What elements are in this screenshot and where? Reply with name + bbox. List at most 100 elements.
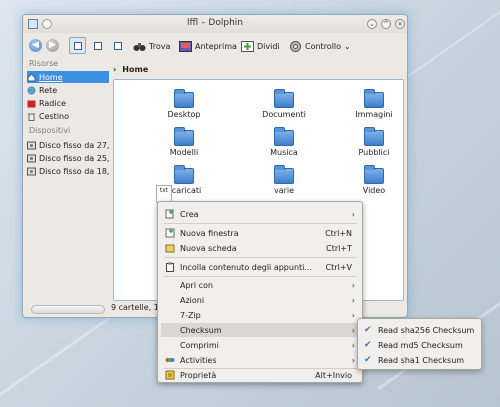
folder-item[interactable]: Musica (254, 127, 314, 157)
menu-separator (164, 276, 357, 277)
folder-icon (364, 127, 384, 146)
folder-label: Immagini (355, 110, 393, 119)
menu-item-compress[interactable]: Comprimi › (161, 338, 360, 352)
menu-item-label: Checksum (180, 325, 222, 335)
sidebar-item-label: Disco fisso da 25, (39, 153, 109, 163)
columns-view-icon (114, 42, 122, 50)
folder-item[interactable]: Desktop (154, 89, 214, 119)
folder-label: Pubblici (358, 148, 390, 157)
trash-icon (28, 113, 35, 121)
chevron-right-icon: › (351, 209, 355, 219)
folder-icon (274, 127, 294, 146)
status-bar: 9 cartelle, 1 (111, 303, 159, 312)
sidebar-item-network[interactable]: Rete (27, 84, 109, 96)
menu-item-label: Read sha256 Checksum (378, 325, 475, 335)
arrow-right-icon[interactable]: ▶ (46, 39, 59, 52)
icons-view-button[interactable] (69, 37, 86, 54)
menu-item-label: Nuova finestra (180, 228, 239, 238)
breadcrumb-current[interactable]: Home (122, 65, 148, 74)
checksum-submenu: ✔ Read sha256 Checksum ✔ Read md5 Checks… (357, 318, 482, 370)
sidebar-item-root[interactable]: Radice (27, 97, 109, 109)
split-button[interactable]: Dividi (241, 37, 280, 55)
folder-label: Video (362, 186, 386, 195)
arrow-left-icon[interactable]: ◀ (29, 39, 42, 52)
folder-item[interactable]: Documenti (254, 89, 314, 119)
new-window-icon (165, 228, 175, 238)
empty-icon-slot (165, 295, 175, 305)
folder-label: varie (273, 186, 295, 195)
check-icon: ✔ (364, 355, 372, 365)
sidebar-item-disk-2[interactable]: Disco fisso da 25, (27, 152, 109, 164)
hard-disk-icon (27, 141, 36, 149)
preview-button[interactable]: Anteprima (179, 37, 237, 55)
folder-item[interactable]: Immagini (344, 89, 404, 119)
menu-item-label: Nuova scheda (180, 243, 237, 253)
menu-item-activities[interactable]: Activities › (161, 353, 360, 367)
sidebar-scrollbar[interactable] (31, 305, 105, 314)
folder-icon (274, 89, 294, 108)
empty-icon-slot (165, 310, 175, 320)
binoculars-icon (133, 42, 146, 51)
menu-separator (164, 257, 357, 258)
menu-item-create[interactable]: Crea › (161, 207, 360, 221)
menu-item-label: Activities (180, 355, 217, 365)
menu-item-paste[interactable]: Incolla contenuto degli appunti... Ctrl+… (161, 260, 360, 274)
preview-label: Anteprima (195, 41, 237, 51)
menu-item-actions[interactable]: Azioni › (161, 293, 360, 307)
minimize-button[interactable]: ⌄ (367, 19, 377, 29)
folder-label: Modelli (169, 148, 199, 157)
menu-item-read-md5[interactable]: ✔ Read md5 Checksum (361, 338, 480, 352)
root-folder-icon (27, 100, 36, 107)
menu-item-label: Incolla contenuto degli appunti... (180, 262, 313, 272)
sidebar-item-label: Home (39, 72, 63, 82)
empty-icon-slot (165, 340, 175, 350)
menu-item-label: Read md5 Checksum (378, 340, 463, 350)
home-icon (27, 72, 36, 81)
maximize-button[interactable]: ^ (381, 19, 391, 29)
folder-label: Desktop (167, 110, 201, 119)
menu-item-label: Apri con (180, 280, 213, 290)
sidebar-item-disk-3[interactable]: Disco fisso da 18, (27, 165, 109, 177)
menu-item-checksum[interactable]: Checksum › (161, 323, 360, 337)
folder-label: Documenti (262, 110, 306, 119)
empty-icon-slot (165, 280, 175, 290)
find-button[interactable]: Trova (133, 37, 170, 55)
sidebar-item-trash[interactable]: Cestino (27, 110, 109, 122)
chevron-right-icon: › (351, 310, 355, 320)
activities-icon (165, 358, 175, 362)
close-button[interactable]: × (395, 19, 405, 29)
folder-item[interactable]: Video (344, 165, 404, 195)
menu-item-shortcut: Alt+Invio (315, 370, 352, 380)
breadcrumb[interactable]: › Home (113, 65, 148, 74)
sidebar-item-label: Cestino (39, 111, 69, 121)
sidebar-item-home[interactable]: Home (27, 71, 109, 83)
menu-item-properties[interactable]: Proprietà Alt+Invio (161, 368, 360, 382)
paste-icon (166, 262, 174, 272)
menu-item-read-sha1[interactable]: ✔ Read sha1 Checksum (361, 353, 480, 367)
folder-item[interactable]: varie (254, 165, 314, 195)
folder-item[interactable]: Modelli (154, 127, 214, 157)
title-bar[interactable]: lffl – Dolphin ⌄ ^ × (23, 15, 407, 33)
folder-icon (174, 165, 194, 184)
preview-icon (179, 40, 192, 52)
menu-item-read-sha256[interactable]: ✔ Read sha256 Checksum (361, 323, 480, 337)
columns-view-button[interactable] (109, 37, 126, 54)
menu-item-new-tab[interactable]: Nuova scheda Ctrl+T (161, 241, 360, 255)
control-button[interactable]: Controllo ⌄ (289, 37, 351, 55)
menu-item-7zip[interactable]: 7-Zip › (161, 308, 360, 322)
chevron-right-icon: › (351, 340, 355, 350)
chevron-right-icon: › (351, 325, 355, 335)
control-label: Controllo (305, 41, 342, 51)
icons-view-icon (74, 42, 82, 50)
sidebar-item-disk-1[interactable]: Disco fisso da 27, (27, 139, 109, 151)
folder-item[interactable]: Pubblici (344, 127, 404, 157)
details-view-button[interactable] (89, 37, 106, 54)
sidebar-item-label: Rete (39, 85, 58, 95)
window-title: lffl – Dolphin (187, 18, 243, 28)
folder-icon (364, 165, 384, 184)
folder-icon (274, 165, 294, 184)
folder-icon (174, 89, 194, 108)
menu-item-new-window[interactable]: Nuova finestra Ctrl+N (161, 226, 360, 240)
menu-item-open-with[interactable]: Apri con › (161, 278, 360, 292)
menu-item-shortcut: Ctrl+V (325, 262, 352, 272)
